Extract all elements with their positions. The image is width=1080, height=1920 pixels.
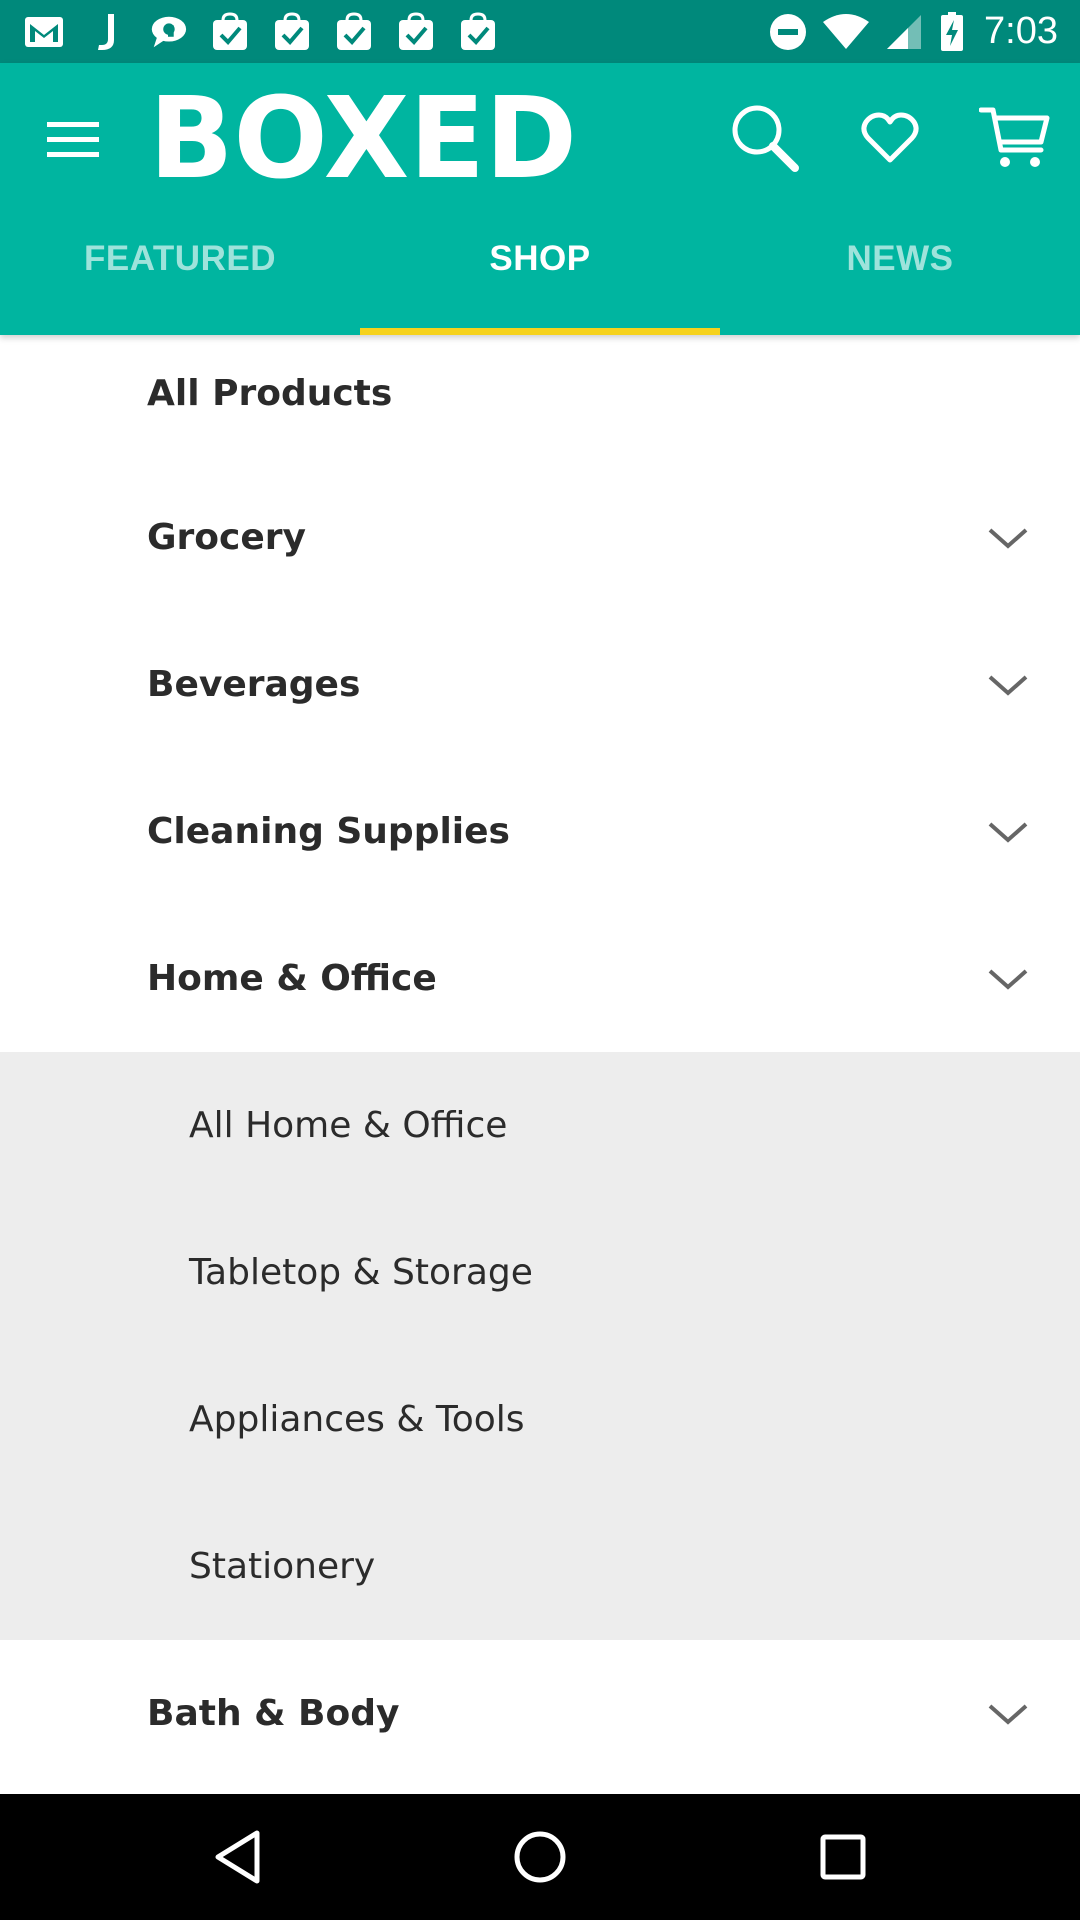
category-label: Bath & Body bbox=[147, 1693, 400, 1734]
tab-featured[interactable]: FEATURED bbox=[0, 211, 360, 335]
logo-text: BOXED bbox=[149, 89, 577, 189]
home-button[interactable] bbox=[500, 1817, 580, 1897]
active-tab-indicator bbox=[360, 328, 720, 335]
category-grocery[interactable]: Grocery bbox=[0, 464, 1080, 611]
subcategory-label: All Home & Office bbox=[189, 1105, 508, 1146]
chevron-down-icon bbox=[988, 1704, 1028, 1725]
subcategory-label: Tabletop & Storage bbox=[189, 1252, 533, 1293]
subcategory-appliances-tools[interactable]: Appliances & Tools bbox=[0, 1346, 1080, 1493]
j-app-icon bbox=[86, 12, 126, 52]
gmail-icon bbox=[24, 12, 64, 52]
category-label: All Products bbox=[147, 373, 393, 414]
category-home-office[interactable]: Home & Office bbox=[0, 905, 1080, 1052]
boxed-logo: BOXED bbox=[149, 89, 577, 189]
search-icon bbox=[732, 105, 799, 172]
category-list: All Products Grocery Beverages Cleaning … bbox=[0, 335, 1080, 1794]
category-beverages[interactable]: Beverages bbox=[0, 611, 1080, 758]
subcategory-stationery[interactable]: Stationery bbox=[0, 1493, 1080, 1640]
cart-icon bbox=[979, 107, 1050, 167]
category-all-products[interactable]: All Products bbox=[0, 335, 1080, 464]
tab-shop[interactable]: SHOP bbox=[360, 211, 720, 335]
tab-bar: FEATURED SHOP NEWS bbox=[0, 211, 1080, 335]
favorites-button[interactable] bbox=[845, 93, 935, 183]
recent-apps-icon bbox=[820, 1834, 866, 1880]
category-label: Cleaning Supplies bbox=[147, 811, 510, 852]
tab-label: NEWS bbox=[846, 239, 954, 278]
tab-label: SHOP bbox=[489, 239, 591, 278]
category-label: Beverages bbox=[147, 664, 361, 705]
subcategory-label: Appliances & Tools bbox=[189, 1399, 525, 1440]
subcategory-all-home-office[interactable]: All Home & Office bbox=[0, 1052, 1080, 1199]
category-label: Grocery bbox=[147, 517, 307, 558]
chevron-down-icon bbox=[988, 528, 1028, 549]
cell-signal-icon bbox=[884, 12, 924, 52]
task-bag-icon bbox=[458, 11, 498, 52]
task-bag-icon bbox=[210, 11, 250, 52]
task-bag-icon bbox=[396, 11, 436, 52]
chevron-down-icon bbox=[988, 675, 1028, 696]
status-bar: 7:03 bbox=[0, 0, 1080, 63]
navigation-bar bbox=[0, 1794, 1080, 1920]
tab-news[interactable]: NEWS bbox=[720, 211, 1080, 335]
cart-button[interactable] bbox=[970, 93, 1060, 183]
back-icon bbox=[215, 1830, 260, 1884]
home-icon bbox=[514, 1831, 566, 1883]
hamburger-menu-icon bbox=[47, 122, 99, 157]
back-button[interactable] bbox=[198, 1817, 278, 1897]
category-bath-body[interactable]: Bath & Body bbox=[0, 1640, 1080, 1787]
chevron-down-icon bbox=[988, 822, 1028, 843]
category-label: Home & Office bbox=[147, 958, 437, 999]
chevron-down-icon bbox=[988, 969, 1028, 990]
search-button[interactable] bbox=[720, 93, 810, 183]
do-not-disturb-icon bbox=[768, 12, 808, 52]
toolbar: BOXED bbox=[0, 63, 1080, 211]
category-cleaning-supplies[interactable]: Cleaning Supplies bbox=[0, 758, 1080, 905]
system-icons: 7:03 bbox=[768, 10, 1058, 53]
notification-icons bbox=[24, 11, 498, 52]
subcategory-tabletop-storage[interactable]: Tabletop & Storage bbox=[0, 1199, 1080, 1346]
menu-button[interactable] bbox=[38, 105, 108, 175]
subcategory-label: Stationery bbox=[189, 1546, 376, 1587]
tab-label: FEATURED bbox=[84, 239, 276, 278]
chat-bubble-icon bbox=[148, 12, 188, 52]
battery-charging-icon bbox=[938, 11, 966, 52]
recent-apps-button[interactable] bbox=[803, 1817, 883, 1897]
app-bar: BOXED FEATURED SHOP NEWS bbox=[0, 63, 1080, 335]
task-bag-icon bbox=[334, 11, 374, 52]
status-time: 7:03 bbox=[984, 10, 1058, 52]
heart-icon bbox=[861, 112, 919, 163]
task-bag-icon bbox=[272, 11, 312, 52]
home-office-subcategories: All Home & Office Tabletop & Storage App… bbox=[0, 1052, 1080, 1640]
wifi-icon bbox=[822, 12, 870, 52]
